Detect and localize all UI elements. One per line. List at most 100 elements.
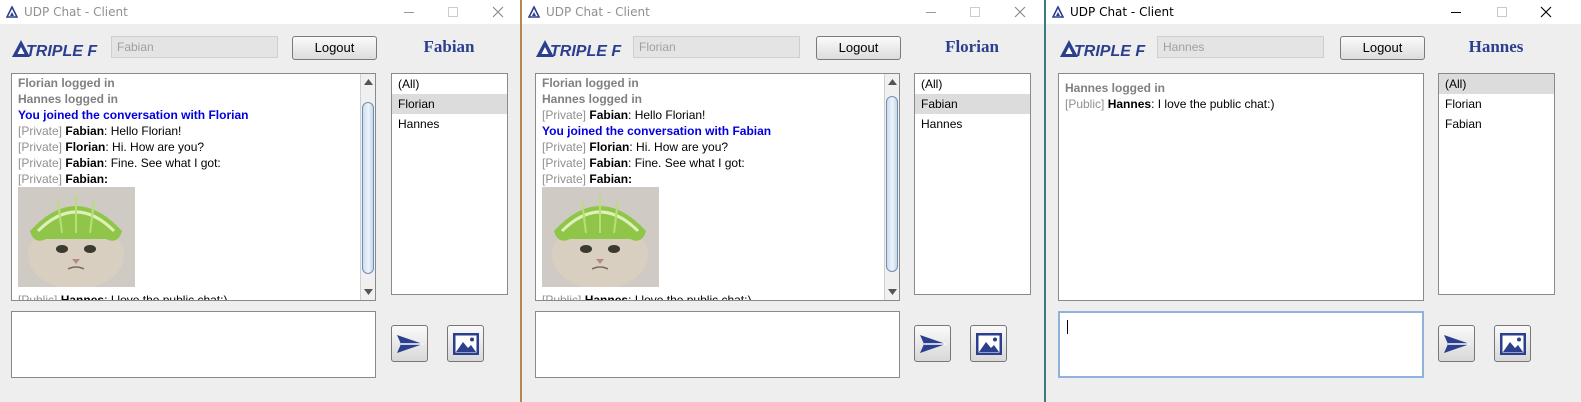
svg-text:TRIPLE F: TRIPLE F xyxy=(550,43,622,59)
message-scope: [Private] xyxy=(542,172,587,186)
chat-log[interactable]: Hannes logged in [Public] Hannes: I love… xyxy=(1058,73,1424,301)
current-user-name: Fabian xyxy=(423,37,475,56)
scroll-thumb[interactable] xyxy=(362,102,374,274)
chat-line-joined: You joined the conversation with Florian xyxy=(18,108,249,122)
scroll-down-icon[interactable] xyxy=(887,286,898,297)
message-scope: [Private] xyxy=(18,124,63,138)
logout-button[interactable]: Logout xyxy=(1340,36,1425,60)
message-sender: Hannes xyxy=(1107,97,1152,111)
message-scope: [Private] xyxy=(542,108,587,122)
user-list-item-selected[interactable]: Fabian xyxy=(915,94,1030,114)
scroll-up-icon[interactable] xyxy=(363,77,374,88)
message-scope: [Public] xyxy=(542,293,582,301)
close-icon xyxy=(492,6,504,18)
maximize-button[interactable] xyxy=(953,0,997,24)
send-image-button[interactable] xyxy=(970,325,1007,362)
chat-line: Hannes logged in xyxy=(18,92,119,106)
chat-line: [Private] Fabian: Hello Florian! xyxy=(18,123,359,139)
window-title: UDP Chat - Client xyxy=(24,5,128,19)
text-caret xyxy=(1067,320,1068,334)
user-list-item[interactable]: (All) xyxy=(392,74,507,94)
chat-log[interactable]: Florian logged in Hannes logged in [Priv… xyxy=(535,73,900,301)
message-sender: Florian xyxy=(589,140,630,154)
close-button[interactable] xyxy=(1524,0,1568,24)
send-arrow-icon xyxy=(1444,335,1470,353)
close-icon xyxy=(1014,6,1026,18)
message-scope: [Private] xyxy=(18,156,63,170)
message-sender: Fabian: xyxy=(65,172,109,186)
user-list[interactable]: (All) Fabian Hannes xyxy=(914,73,1031,295)
chat-window-hannes: UDP Chat - Client TRIPLE F Hannes Logout… xyxy=(1046,0,1581,402)
chat-window-fabian: UDP Chat - Client TRIPLE F Fabian Logout… xyxy=(0,0,522,402)
scroll-thumb[interactable] xyxy=(886,96,898,272)
desktop: UDP Chat - Client TRIPLE F Fabian Logout… xyxy=(0,0,1581,402)
maximize-icon xyxy=(970,7,980,17)
message-input[interactable] xyxy=(535,311,900,378)
user-list-item-selected[interactable]: Florian xyxy=(392,94,507,114)
minimize-button[interactable] xyxy=(1434,0,1478,24)
message-input[interactable] xyxy=(11,311,376,378)
user-list-item[interactable]: Hannes xyxy=(392,114,507,134)
user-list-item[interactable]: Fabian xyxy=(1439,114,1554,134)
user-list[interactable]: (All) Florian Hannes xyxy=(391,73,508,295)
title-bar[interactable]: UDP Chat - Client xyxy=(1046,0,1581,24)
username-field[interactable]: Fabian xyxy=(111,36,278,58)
user-list-item[interactable]: Hannes xyxy=(915,114,1030,134)
close-button[interactable] xyxy=(998,0,1042,24)
minimize-icon xyxy=(926,12,936,13)
send-image-button[interactable] xyxy=(1494,325,1531,362)
title-bar[interactable]: UDP Chat - Client xyxy=(0,0,520,24)
send-image-button[interactable] xyxy=(447,325,484,362)
triple-f-logo-icon: TRIPLE F xyxy=(1060,40,1146,60)
message-text: : I love the public chat:) xyxy=(1151,97,1275,111)
minimize-button[interactable] xyxy=(387,0,431,24)
chat-line-joined: You joined the conversation with Fabian xyxy=(542,124,772,138)
maximize-button[interactable] xyxy=(431,0,475,24)
message-scope: [Private] xyxy=(18,172,63,186)
chat-line: [Public] Hannes: I love the public chat:… xyxy=(542,292,883,301)
chat-log[interactable]: Florian logged in Hannes logged in You j… xyxy=(11,73,376,301)
chat-lines: Florian logged in Hannes logged in You j… xyxy=(18,75,359,301)
chat-scrollbar[interactable] xyxy=(360,74,375,300)
chat-window-florian: UDP Chat - Client TRIPLE F Florian Logou… xyxy=(522,0,1046,402)
username-field[interactable]: Florian xyxy=(633,36,800,58)
chat-line: [Private] Fabian: xyxy=(542,171,883,187)
user-list[interactable]: (All) Florian Fabian xyxy=(1438,73,1555,295)
send-button[interactable] xyxy=(1438,325,1475,362)
chat-scrollbar[interactable] xyxy=(884,74,899,300)
user-list-item[interactable]: (All) xyxy=(915,74,1030,94)
message-sender: Fabian xyxy=(589,108,629,122)
title-bar[interactable]: UDP Chat - Client xyxy=(522,0,1044,24)
minimize-icon xyxy=(404,12,414,13)
logout-button[interactable]: Logout xyxy=(816,36,901,60)
logout-button[interactable]: Logout xyxy=(292,36,377,60)
app-icon xyxy=(6,6,18,18)
picture-icon xyxy=(976,333,1002,355)
chat-line: [Private] Fabian: Hello Florian! xyxy=(542,107,883,123)
scroll-up-icon[interactable] xyxy=(887,77,898,88)
user-list-item[interactable]: Florian xyxy=(1439,94,1554,114)
message-input[interactable] xyxy=(1058,311,1424,378)
username-field[interactable]: Hannes xyxy=(1157,36,1324,58)
maximize-button[interactable] xyxy=(1480,0,1524,24)
send-button[interactable] xyxy=(914,325,951,362)
maximize-icon xyxy=(1497,7,1507,17)
send-arrow-icon xyxy=(397,335,423,353)
user-list-item-selected[interactable]: (All) xyxy=(1439,74,1554,94)
message-text: : I love the public chat:) xyxy=(104,293,228,301)
scroll-down-icon[interactable] xyxy=(363,286,374,297)
minimize-button[interactable] xyxy=(909,0,953,24)
minimize-icon xyxy=(1451,12,1461,13)
chat-line: [Public] Hannes: I love the public chat:… xyxy=(1065,96,1407,112)
close-button[interactable] xyxy=(476,0,520,24)
window-title: UDP Chat - Client xyxy=(546,5,650,19)
cat-photo-icon xyxy=(18,187,135,289)
send-button[interactable] xyxy=(391,325,428,362)
chat-line: [Private] Florian: Hi. How are you? xyxy=(542,139,883,155)
message-sender: Fabian: xyxy=(589,172,633,186)
app-icon xyxy=(528,6,540,18)
chat-line: [Private] Fabian: Fine. See what I got: xyxy=(542,155,883,171)
message-text: : Hello Florian! xyxy=(104,124,182,138)
message-scope: [Public] xyxy=(18,293,58,301)
brand-logo: TRIPLE F xyxy=(536,39,626,60)
